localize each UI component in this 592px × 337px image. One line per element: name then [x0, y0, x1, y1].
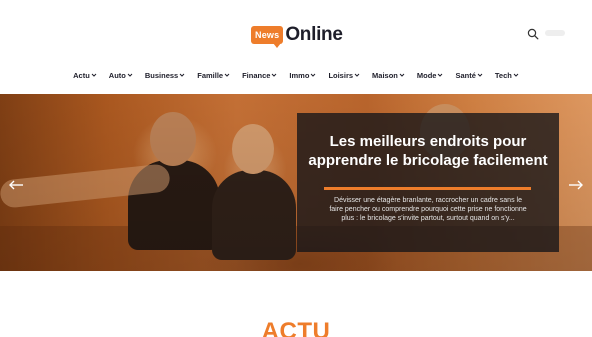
chevron-down-icon	[272, 73, 277, 77]
nav-item-label: Tech	[494, 70, 512, 80]
nav-item-label: Santé	[455, 70, 476, 80]
chevron-down-icon	[438, 73, 443, 77]
chevron-down-icon	[224, 73, 230, 77]
nav-item-actu[interactable]: Actu	[67, 65, 103, 85]
site-logo[interactable]: News Online	[251, 24, 343, 48]
nav-item-label: Finance	[242, 70, 271, 80]
nav-item-label: Immo	[289, 70, 310, 80]
nav-item-finance[interactable]: Finance	[236, 65, 283, 85]
nav-item-loisirs[interactable]: Loisirs	[322, 65, 366, 85]
hero-divider	[324, 187, 531, 190]
nav-item-mode[interactable]: Mode	[411, 65, 450, 85]
chevron-down-icon	[127, 73, 133, 77]
chevron-down-icon	[477, 73, 483, 77]
nav-item-tech[interactable]: Tech	[489, 65, 525, 85]
hero-card[interactable]: Les meilleurs endroits pour apprendre le…	[297, 113, 559, 252]
chevron-down-icon	[179, 73, 185, 77]
nav-item-label: Loisirs	[328, 70, 354, 80]
nav-item-label: Maison	[372, 70, 398, 80]
nav-item-famille[interactable]: Famille	[191, 65, 236, 85]
site-header: News Online	[0, 0, 592, 62]
main-nav: Actu Auto Business Famille Finance Immo …	[0, 65, 592, 85]
search-icon[interactable]	[527, 27, 539, 40]
section-title: ACTU	[261, 318, 331, 337]
chevron-down-icon	[354, 73, 360, 77]
logo-text: Online	[285, 24, 343, 45]
hero-excerpt: Dévisser une étagère branlante, raccroch…	[329, 197, 527, 222]
chevron-down-icon	[311, 73, 316, 77]
nav-item-immo[interactable]: Immo	[283, 65, 322, 85]
nav-item-label: Actu	[73, 70, 90, 80]
arrow-right-icon[interactable]	[568, 178, 584, 190]
logo-badge: News	[251, 26, 284, 48]
dark-mode-toggle[interactable]	[545, 30, 565, 36]
nav-item-business[interactable]: Business	[139, 65, 191, 85]
chevron-down-icon	[91, 73, 97, 77]
nav-item-label: Mode	[416, 70, 437, 80]
nav-item-label: Famille	[197, 70, 224, 80]
nav-item-maison[interactable]: Maison	[366, 65, 411, 85]
chevron-down-icon	[399, 73, 405, 77]
chevron-down-icon	[513, 73, 519, 77]
nav-item-label: Auto	[108, 70, 126, 80]
nav-item-sante[interactable]: Santé	[449, 65, 488, 85]
nav-item-label: Business	[144, 70, 179, 80]
arrow-left-icon[interactable]	[8, 178, 24, 190]
hero-slider[interactable]: Les meilleurs endroits pour apprendre le…	[0, 94, 592, 271]
hero-title[interactable]: Les meilleurs endroits pour apprendre le…	[307, 132, 549, 170]
nav-item-auto[interactable]: Auto	[103, 65, 139, 85]
